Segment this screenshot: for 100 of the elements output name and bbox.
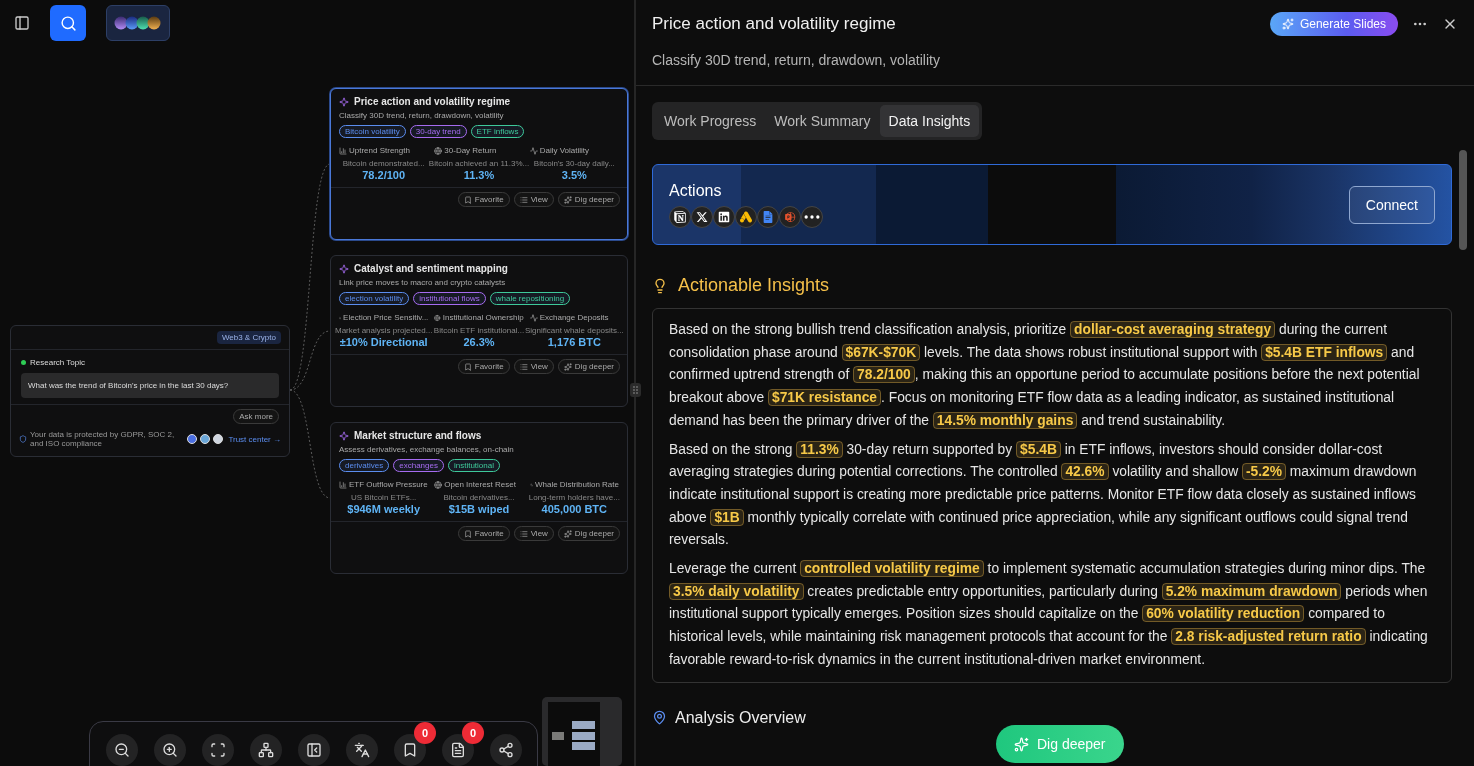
metric-label: Open Interest Reset (444, 480, 516, 489)
node-card[interactable] (330, 88, 628, 240)
sparkles-icon (563, 362, 572, 371)
card-subtitle: Link price moves to macro and crypto catalysts (339, 278, 507, 287)
metric-value: $15B wiped (448, 503, 510, 515)
card-action-button[interactable]: Dig deeper (557, 192, 620, 207)
card-subtitle: Classify 30D trend, return, drawdown, volatility (339, 111, 505, 120)
metric-value: $946M weekly (347, 503, 421, 515)
fit-button[interactable] (202, 734, 234, 766)
translate-button[interactable] (346, 734, 378, 766)
integration-icon[interactable] (669, 205, 691, 228)
tab[interactable]: Data Insights (879, 105, 980, 137)
metric-label: Election Price Sensitiv... (343, 313, 429, 322)
metric-description: Bitcoin ETF institutional... (433, 326, 525, 335)
sidebar-toggle-icon[interactable] (14, 15, 30, 31)
card-action-button[interactable]: View (513, 192, 554, 207)
privacy-note: Your data is protected by GDPR, SOC 2, and ISO compliance (30, 430, 176, 448)
share-button[interactable] (490, 734, 522, 766)
panel-subtitle: Classify 30D trend, return, drawdown, volatility (652, 52, 941, 68)
node-card[interactable] (330, 422, 628, 574)
node-label: Research Topic (30, 358, 85, 367)
metric-value: 1,176 BTC (547, 336, 601, 348)
metric-value: 3.5% (561, 169, 587, 181)
sparkles-icon (563, 529, 572, 538)
insight-paragraph: Based on the strong bullish trend classification analysis, prioritize dollar-cost averaging strategy during the current consolidation phase around $67K-$70K levels. The data shows robust institutional support with $5.4B ETF inflows and confirmed uptrend strength of 78.2/100, making this an opportune period to accumulate positions before the next potential breakout above $71K resistance. Focus on monitoring ETF flow data as a leading indicator, as sustained institutional demand has been the primary driver of the 14.5% monthly gains and trend sustainability. (669, 320, 1421, 431)
certification-icon (213, 434, 224, 444)
metric-label: Whale Distribution Rate (534, 480, 619, 489)
trust-center-link[interactable]: Trust center → (228, 434, 281, 444)
card-action-button[interactable]: Favorite (457, 526, 510, 541)
metric-description: Bitcoin demonstrated... (342, 159, 425, 168)
metric-description: Market analysis projected... (335, 326, 433, 335)
card-action-button[interactable]: View (513, 359, 554, 374)
sparkles-icon (563, 195, 572, 204)
metric-value: 26.3% (463, 336, 495, 348)
resize-handle[interactable] (630, 383, 641, 397)
zoom-out-icon (114, 742, 130, 758)
sparkles-icon (1014, 736, 1029, 752)
panel-title: Price action and volatility regime (652, 14, 896, 34)
list-icon (519, 195, 528, 204)
card-action-button[interactable]: Dig deeper (557, 526, 620, 541)
sparkles-icon (1281, 18, 1294, 30)
bookmark-icon (402, 742, 418, 758)
metric-label: 30-Day Return (444, 146, 497, 155)
node-card[interactable] (330, 255, 628, 407)
certification-icon (187, 434, 198, 444)
card-action-button[interactable]: Favorite (457, 192, 510, 207)
card-action-button[interactable]: Dig deeper (557, 359, 620, 374)
section-heading: Analysis Overview (675, 708, 806, 727)
globe-icon (434, 146, 443, 155)
more-icon[interactable] (801, 205, 823, 228)
zoom-in-button[interactable] (154, 734, 186, 766)
metric-value: ±10% Directional (339, 336, 428, 348)
tab[interactable]: Work Progress (655, 105, 766, 137)
sparkle-icon (339, 263, 349, 274)
research-topic-node[interactable]: Web3 & Crypto Research Topic What was the trend of Bitcoin's price in the last 30 days? Ask more Your data is protected by GDPR, SOC 2, and ISO compliance Trust center → (10, 325, 290, 457)
notes-icon (450, 742, 466, 758)
tag: exchanges (393, 459, 444, 472)
metric-label: ETF Outflow Pressure (349, 480, 428, 489)
fit-icon (210, 742, 226, 758)
card-action-button[interactable]: View (513, 526, 554, 541)
tree-button[interactable] (250, 734, 282, 766)
tag: institutional flows (413, 292, 486, 305)
insight-paragraph: Based on the strong 11.3% 30-day return supported by $5.4B in ETF inflows, investors should consider dollar-cost averaging strategies during potential corrections. The controlled 42.6% volatility and shallow -5.2% maximum drawdown indicate institutional support is creating more predictable price patterns. Monitor ETF flow data closely as sustained inflows above $1B monthly typically correlate with continued price appreciation, while any significant outflows could signal trend reversals. (669, 439, 1418, 550)
globe-icon (434, 313, 441, 322)
panel-button[interactable] (298, 734, 330, 766)
metric-label: Uptrend Strength (349, 146, 410, 155)
tag: institutional (447, 459, 500, 472)
zoom-out-button[interactable] (106, 734, 138, 766)
tag: ETF inflows (470, 125, 525, 138)
integration-icon[interactable] (713, 205, 735, 228)
ask-more-button[interactable]: Ask more (233, 409, 279, 424)
sparkle-icon (339, 430, 349, 441)
shield-icon (19, 435, 27, 443)
card-title: Market structure and flows (354, 430, 482, 441)
lightbulb-icon (652, 277, 668, 294)
actions-title: Actions (669, 181, 723, 200)
list-icon (519, 362, 528, 371)
search-button[interactable] (50, 5, 86, 41)
integration-icon[interactable] (735, 205, 757, 228)
model-selector-button[interactable] (106, 5, 170, 41)
tag: Bitcoin volatility (339, 125, 406, 138)
card-action-button[interactable]: Favorite (457, 359, 510, 374)
metric-description: Significant whale deposits... (524, 326, 624, 335)
bookmark-icon (463, 362, 472, 371)
metric-description: US Bitcoin ETFs... (351, 493, 417, 502)
orbs-icon (114, 16, 162, 30)
integration-icon[interactable] (691, 205, 713, 228)
sparkle-icon (339, 96, 349, 107)
metric-label: Exchange Deposits (539, 313, 609, 322)
generate-slides-button[interactable]: Generate Slides (1269, 12, 1398, 36)
globe-icon (434, 480, 443, 489)
tree-icon (258, 742, 274, 758)
connect-button[interactable]: Connect (1348, 185, 1435, 224)
bookmark-icon (463, 529, 472, 538)
metric-description: Bitcoin's 30-day daily... (533, 159, 615, 168)
status-dot (21, 360, 26, 365)
metric-value: 11.3% (463, 169, 495, 181)
metric-label: Institutional Ownership (442, 313, 524, 322)
tab[interactable]: Work Summary (765, 105, 880, 137)
metric-label: Daily Volatility (539, 146, 589, 155)
